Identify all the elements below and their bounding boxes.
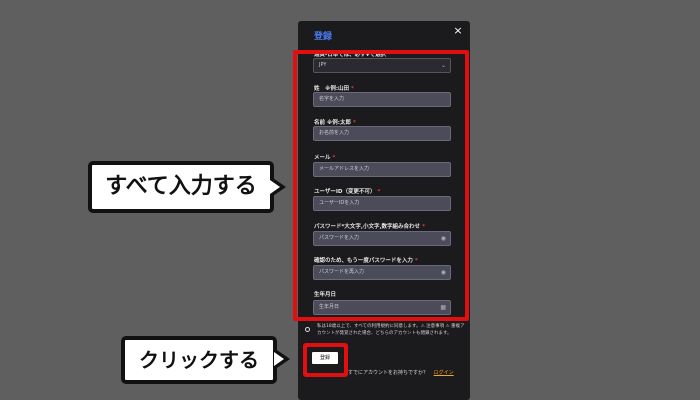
agreement-text: 私は18歳以上で、すべての利用規約に同意します。⚠ 注意事項 ⚠ 重複アカウント…: [317, 324, 465, 336]
login-row: すでにアカウントをお持ちですか？ ログイン: [348, 369, 454, 376]
login-prompt: すでにアカウントをお持ちですか？: [348, 370, 429, 376]
agreement-row: 私は18歳以上で、すべての利用規約に同意します。⚠ 注意事項 ⚠ 重複アカウント…: [305, 323, 467, 337]
login-link[interactable]: ログイン: [434, 370, 454, 376]
callout-arrow-fill: [270, 180, 280, 194]
callout-fill-all: すべて入力する: [88, 161, 274, 213]
callout-arrow-fill: [274, 352, 284, 366]
callout-click: クリックする: [121, 336, 277, 384]
agree-checkbox[interactable]: [305, 327, 310, 332]
form-highlight-box: [293, 50, 469, 321]
close-icon[interactable]: ×: [452, 25, 464, 37]
modal-title: 登録: [314, 32, 333, 42]
register-highlight-box: [303, 343, 348, 377]
